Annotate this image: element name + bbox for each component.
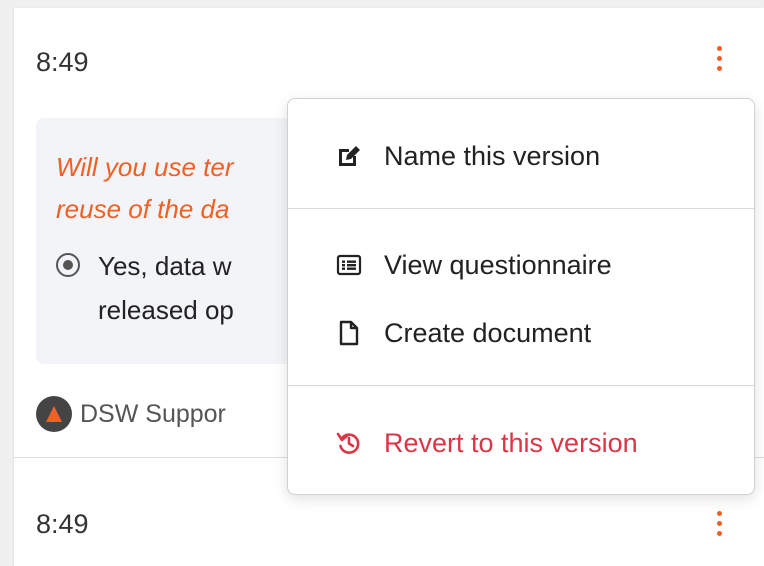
kebab-dot-icon xyxy=(716,55,722,61)
menu-item-label: Create document xyxy=(384,317,592,348)
edit-icon xyxy=(336,143,362,169)
kebab-dot-icon xyxy=(716,510,722,516)
radio-selected-icon xyxy=(56,253,80,277)
kebab-dot-icon xyxy=(716,530,722,536)
event-menu-button[interactable] xyxy=(704,38,734,78)
event-menu-button[interactable] xyxy=(704,503,734,543)
list-alt-icon xyxy=(336,252,362,278)
event-time: 8:49 xyxy=(36,509,89,539)
version-history-panel: 8:49 Will you use ter reuse of the da Ye… xyxy=(14,8,764,566)
kebab-dot-icon xyxy=(716,520,722,526)
avatar xyxy=(36,396,72,432)
event-dropdown-menu: Name this version View questionnaire Cre… xyxy=(287,98,755,495)
avatar-logo-icon xyxy=(46,406,62,422)
menu-item-label: Name this version xyxy=(384,140,601,171)
kebab-dot-icon xyxy=(716,45,722,51)
event-time: 8:49 xyxy=(36,47,89,77)
menu-item-name-version[interactable]: Name this version xyxy=(288,127,754,185)
menu-item-view-questionnaire[interactable]: View questionnaire xyxy=(288,236,754,294)
event-author: DSW Suppor xyxy=(36,396,226,432)
history-icon xyxy=(336,430,362,456)
menu-divider xyxy=(288,385,754,386)
menu-divider xyxy=(288,208,754,209)
file-icon xyxy=(336,320,362,346)
author-name: DSW Suppor xyxy=(80,399,226,428)
kebab-dot-icon xyxy=(716,65,722,71)
menu-item-revert-version[interactable]: Revert to this version xyxy=(288,414,754,472)
menu-item-create-document[interactable]: Create document xyxy=(288,304,754,362)
menu-item-label: Revert to this version xyxy=(384,427,638,458)
menu-item-label: View questionnaire xyxy=(384,249,612,280)
